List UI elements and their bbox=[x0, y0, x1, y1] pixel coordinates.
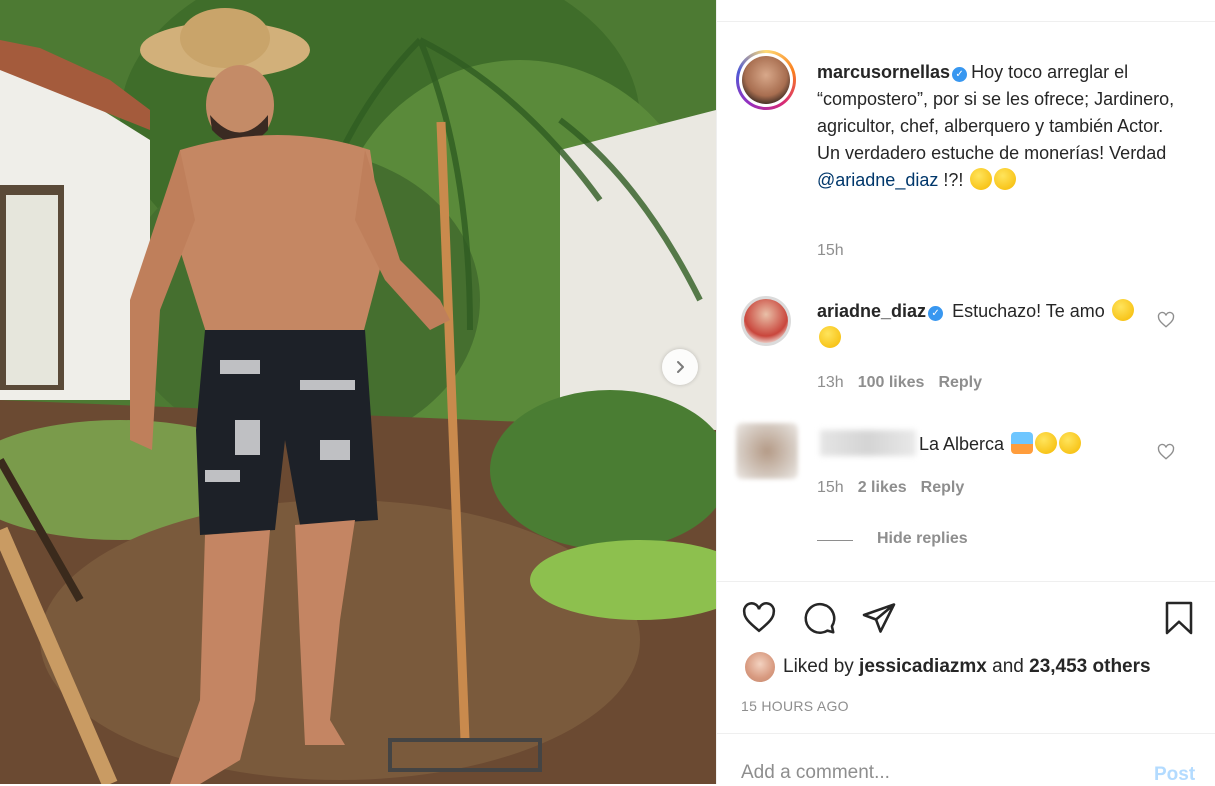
blurred-username[interactable] bbox=[820, 430, 916, 456]
hide-replies-button[interactable]: Hide replies bbox=[877, 530, 968, 548]
comment-1-time: 13h bbox=[817, 374, 844, 391]
caption-author[interactable]: marcusornellas bbox=[817, 62, 950, 82]
commenter-avatar[interactable] bbox=[744, 299, 788, 343]
add-comment-input[interactable] bbox=[741, 762, 1121, 784]
caption-mention[interactable]: @ariadne_diaz bbox=[817, 170, 938, 190]
comment-1-reply-button[interactable]: Reply bbox=[938, 374, 982, 391]
comment-2-meta: 15h 2 likes Reply bbox=[817, 479, 964, 497]
likes-prefix: Liked by bbox=[783, 656, 860, 677]
post-comment-button[interactable]: Post bbox=[1154, 764, 1195, 786]
comment-icon[interactable] bbox=[801, 600, 837, 636]
likes-count[interactable]: 23,453 others bbox=[1029, 656, 1150, 677]
comment-1: ariadne_diaz ✓ Estuchazo! Te amo bbox=[817, 298, 1137, 352]
actions-divider bbox=[717, 581, 1215, 582]
comment-1-meta: 13h 100 likes Reply bbox=[817, 374, 982, 392]
caption-time: 15h bbox=[817, 242, 844, 259]
grinning-emoji-icon bbox=[1059, 432, 1082, 454]
blurred-avatar[interactable] bbox=[736, 423, 798, 479]
likes-middle: and bbox=[986, 656, 1030, 677]
caption-text-2: !?! bbox=[938, 170, 969, 190]
winking-tongue-emoji-icon bbox=[970, 168, 993, 190]
liker-avatar[interactable] bbox=[744, 651, 776, 683]
hide-replies-line bbox=[817, 540, 853, 541]
bookmark-icon[interactable] bbox=[1161, 600, 1197, 636]
tears-of-joy-emoji-icon bbox=[1111, 299, 1134, 321]
comment-1-like-heart-icon[interactable] bbox=[1157, 311, 1175, 329]
post-caption: marcusornellas ✓ Hoy toco arreglar el “com… bbox=[817, 59, 1187, 194]
comment-2-likes[interactable]: 2 likes bbox=[858, 479, 907, 496]
header-divider bbox=[717, 21, 1215, 22]
likes-user[interactable]: jessicadiazmx bbox=[859, 656, 987, 677]
swimmer-emoji-icon bbox=[1011, 432, 1034, 454]
comment-2-like-heart-icon[interactable] bbox=[1157, 443, 1175, 461]
likes-summary: Liked by jessicadiazmx and 23,453 others bbox=[783, 656, 1151, 678]
post-photo[interactable] bbox=[0, 0, 716, 784]
heart-eyes-emoji-icon bbox=[819, 326, 841, 348]
paper-plane-icon[interactable] bbox=[861, 600, 897, 636]
comment-2-text: La Alberca bbox=[919, 434, 1005, 454]
heart-icon[interactable] bbox=[741, 600, 777, 636]
comment-box-divider bbox=[717, 733, 1215, 734]
comment-1-likes[interactable]: 100 likes bbox=[858, 374, 925, 391]
comment-2-time: 15h bbox=[817, 479, 844, 496]
comment-2-reply-button[interactable]: Reply bbox=[921, 479, 965, 496]
grinning-emoji-icon bbox=[1035, 432, 1058, 454]
verified-badge-icon: ✓ bbox=[928, 306, 944, 321]
comment-2: La Alberca bbox=[919, 431, 1082, 458]
photo-garden-scene bbox=[0, 0, 716, 784]
next-image-button[interactable] bbox=[662, 349, 698, 385]
avatar[interactable] bbox=[742, 56, 790, 104]
comment-1-author[interactable]: ariadne_diaz bbox=[817, 301, 926, 321]
post-details-panel: marcusornellas ✓ Hoy toco arreglar el “com… bbox=[716, 0, 1215, 786]
comment-1-text: Estuchazo! Te amo bbox=[952, 301, 1105, 321]
tears-of-joy-emoji-icon bbox=[994, 168, 1017, 190]
verified-badge-icon: ✓ bbox=[952, 67, 968, 82]
chevron-right-icon bbox=[677, 361, 684, 373]
post-timestamp[interactable]: 15 HOURS AGO bbox=[741, 698, 849, 714]
